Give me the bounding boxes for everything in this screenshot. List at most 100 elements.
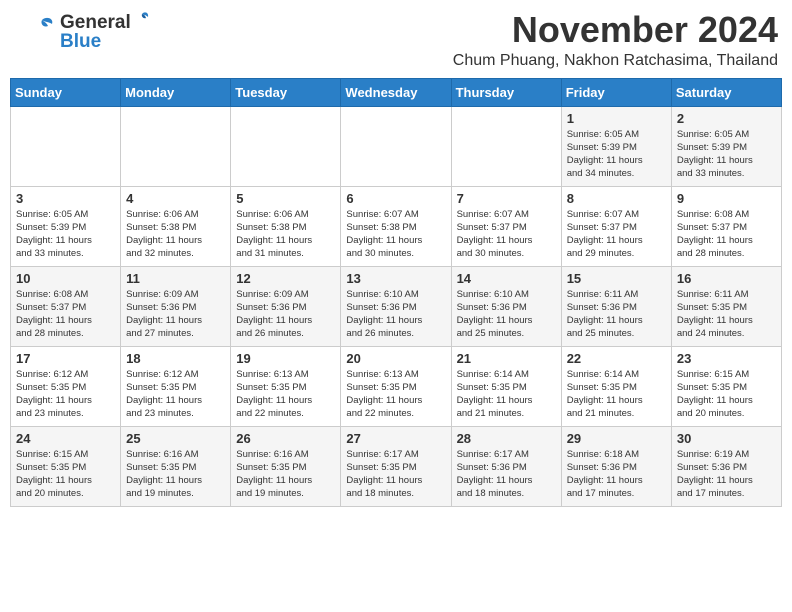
day-number: 26 [236,431,335,446]
day-number: 22 [567,351,666,366]
col-thursday: Thursday [451,78,561,106]
calendar-week-4: 17 Sunrise: 6:12 AM Sunset: 5:35 PM Dayli… [11,346,782,426]
day-info: Sunrise: 6:07 AM Sunset: 5:37 PM Dayligh… [457,208,556,261]
day-number: 13 [346,271,445,286]
day-number: 17 [16,351,115,366]
day-info: Sunrise: 6:09 AM Sunset: 5:36 PM Dayligh… [236,288,335,341]
day-info: Sunrise: 6:11 AM Sunset: 5:35 PM Dayligh… [677,288,776,341]
calendar-cell: 9 Sunrise: 6:08 AM Sunset: 5:37 PM Daylig… [671,186,781,266]
calendar-cell: 21Sunrise: 6:14 AM Sunset: 5:35 PM Dayli… [451,346,561,426]
day-number: 25 [126,431,225,446]
title-block: November 2024 Chum Phuang, Nakhon Ratcha… [453,10,778,70]
calendar-week-5: 24 Sunrise: 6:15 AM Sunset: 5:35 PM Dayli… [11,426,782,506]
day-number: 14 [457,271,556,286]
day-info: Sunrise: 6:13 AM Sunset: 5:35 PM Dayligh… [236,368,335,421]
calendar-cell: 22 Sunrise: 6:14 AM Sunset: 5:35 PM Dayli… [561,346,671,426]
day-number: 2 [677,111,776,126]
day-info: Sunrise: 6:05 AM Sunset: 5:39 PM Dayligh… [677,128,776,181]
day-info: Sunrise: 6:06 AM Sunset: 5:38 PM Dayligh… [126,208,225,261]
calendar-cell: 29Sunrise: 6:18 AM Sunset: 5:36 PM Dayli… [561,426,671,506]
day-info: Sunrise: 6:12 AM Sunset: 5:35 PM Dayligh… [126,368,225,421]
day-info: Sunrise: 6:16 AM Sunset: 5:35 PM Dayligh… [126,448,225,501]
calendar-cell: 8 Sunrise: 6:07 AM Sunset: 5:37 PM Daylig… [561,186,671,266]
calendar-cell: 14Sunrise: 6:10 AM Sunset: 5:36 PM Dayli… [451,266,561,346]
day-info: Sunrise: 6:08 AM Sunset: 5:37 PM Dayligh… [677,208,776,261]
day-info: Sunrise: 6:07 AM Sunset: 5:38 PM Dayligh… [346,208,445,261]
logo-text: General Blue [60,13,151,51]
day-number: 9 [677,191,776,206]
bird-icon [133,10,151,28]
day-info: Sunrise: 6:06 AM Sunset: 5:38 PM Dayligh… [236,208,335,261]
calendar-cell [341,106,451,186]
day-info: Sunrise: 6:15 AM Sunset: 5:35 PM Dayligh… [16,448,115,501]
day-info: Sunrise: 6:05 AM Sunset: 5:39 PM Dayligh… [567,128,666,181]
day-number: 19 [236,351,335,366]
day-number: 30 [677,431,776,446]
day-number: 6 [346,191,445,206]
calendar-cell: 12 Sunrise: 6:09 AM Sunset: 5:36 PM Dayli… [231,266,341,346]
day-number: 10 [16,271,115,286]
calendar-cell: 10 Sunrise: 6:08 AM Sunset: 5:37 PM Dayli… [11,266,121,346]
calendar-cell: 15 Sunrise: 6:11 AM Sunset: 5:36 PM Dayli… [561,266,671,346]
logo-svg [14,10,58,54]
calendar-cell: 26 Sunrise: 6:16 AM Sunset: 5:35 PM Dayli… [231,426,341,506]
day-info: Sunrise: 6:05 AM Sunset: 5:39 PM Dayligh… [16,208,115,261]
calendar-cell: 18 Sunrise: 6:12 AM Sunset: 5:35 PM Dayli… [121,346,231,426]
day-info: Sunrise: 6:08 AM Sunset: 5:37 PM Dayligh… [16,288,115,341]
day-number: 27 [346,431,445,446]
calendar-cell: 1 Sunrise: 6:05 AM Sunset: 5:39 PM Daylig… [561,106,671,186]
day-number: 12 [236,271,335,286]
calendar-cell: 28Sunrise: 6:17 AM Sunset: 5:36 PM Dayli… [451,426,561,506]
day-number: 7 [457,191,556,206]
calendar-cell [451,106,561,186]
day-number: 23 [677,351,776,366]
calendar-cell: 24 Sunrise: 6:15 AM Sunset: 5:35 PM Dayli… [11,426,121,506]
calendar-cell: 30 Sunrise: 6:19 AM Sunset: 5:36 PM Dayli… [671,426,781,506]
page-header: General Blue November 2024 Chum Phuang, … [10,10,782,70]
calendar-cell: 11Sunrise: 6:09 AM Sunset: 5:36 PM Dayli… [121,266,231,346]
calendar-cell: 19 Sunrise: 6:13 AM Sunset: 5:35 PM Dayli… [231,346,341,426]
calendar-table: Sunday Monday Tuesday Wednesday Thursday… [10,78,782,507]
col-sunday: Sunday [11,78,121,106]
calendar-week-1: 1 Sunrise: 6:05 AM Sunset: 5:39 PM Daylig… [11,106,782,186]
calendar-cell: 6 Sunrise: 6:07 AM Sunset: 5:38 PM Daylig… [341,186,451,266]
day-info: Sunrise: 6:16 AM Sunset: 5:35 PM Dayligh… [236,448,335,501]
day-number: 15 [567,271,666,286]
calendar-cell: 13 Sunrise: 6:10 AM Sunset: 5:36 PM Dayli… [341,266,451,346]
location-subtitle: Chum Phuang, Nakhon Ratchasima, Thailand [453,52,778,70]
day-info: Sunrise: 6:09 AM Sunset: 5:36 PM Dayligh… [126,288,225,341]
day-number: 29 [567,431,666,446]
day-info: Sunrise: 6:15 AM Sunset: 5:35 PM Dayligh… [677,368,776,421]
day-info: Sunrise: 6:14 AM Sunset: 5:35 PM Dayligh… [567,368,666,421]
day-number: 18 [126,351,225,366]
calendar-cell [231,106,341,186]
calendar-cell: 17Sunrise: 6:12 AM Sunset: 5:35 PM Dayli… [11,346,121,426]
calendar-header-row: Sunday Monday Tuesday Wednesday Thursday… [11,78,782,106]
day-info: Sunrise: 6:10 AM Sunset: 5:36 PM Dayligh… [346,288,445,341]
calendar-week-2: 3 Sunrise: 6:05 AM Sunset: 5:39 PM Daylig… [11,186,782,266]
day-number: 8 [567,191,666,206]
month-year-title: November 2024 [453,10,778,50]
col-saturday: Saturday [671,78,781,106]
col-tuesday: Tuesday [231,78,341,106]
day-info: Sunrise: 6:17 AM Sunset: 5:35 PM Dayligh… [346,448,445,501]
calendar-cell: 4Sunrise: 6:06 AM Sunset: 5:38 PM Daylig… [121,186,231,266]
day-info: Sunrise: 6:17 AM Sunset: 5:36 PM Dayligh… [457,448,556,501]
col-friday: Friday [561,78,671,106]
logo-blue: Blue [60,32,151,51]
day-number: 24 [16,431,115,446]
day-info: Sunrise: 6:07 AM Sunset: 5:37 PM Dayligh… [567,208,666,261]
day-info: Sunrise: 6:11 AM Sunset: 5:36 PM Dayligh… [567,288,666,341]
calendar-cell: 5Sunrise: 6:06 AM Sunset: 5:38 PM Daylig… [231,186,341,266]
calendar-cell: 25 Sunrise: 6:16 AM Sunset: 5:35 PM Dayli… [121,426,231,506]
logo-general: General [60,13,131,32]
col-wednesday: Wednesday [341,78,451,106]
calendar-cell [121,106,231,186]
day-number: 1 [567,111,666,126]
day-number: 3 [16,191,115,206]
day-info: Sunrise: 6:19 AM Sunset: 5:36 PM Dayligh… [677,448,776,501]
day-info: Sunrise: 6:14 AM Sunset: 5:35 PM Dayligh… [457,368,556,421]
calendar-cell: 20Sunrise: 6:13 AM Sunset: 5:35 PM Dayli… [341,346,451,426]
calendar-cell: 7 Sunrise: 6:07 AM Sunset: 5:37 PM Daylig… [451,186,561,266]
calendar-cell: 16Sunrise: 6:11 AM Sunset: 5:35 PM Dayli… [671,266,781,346]
